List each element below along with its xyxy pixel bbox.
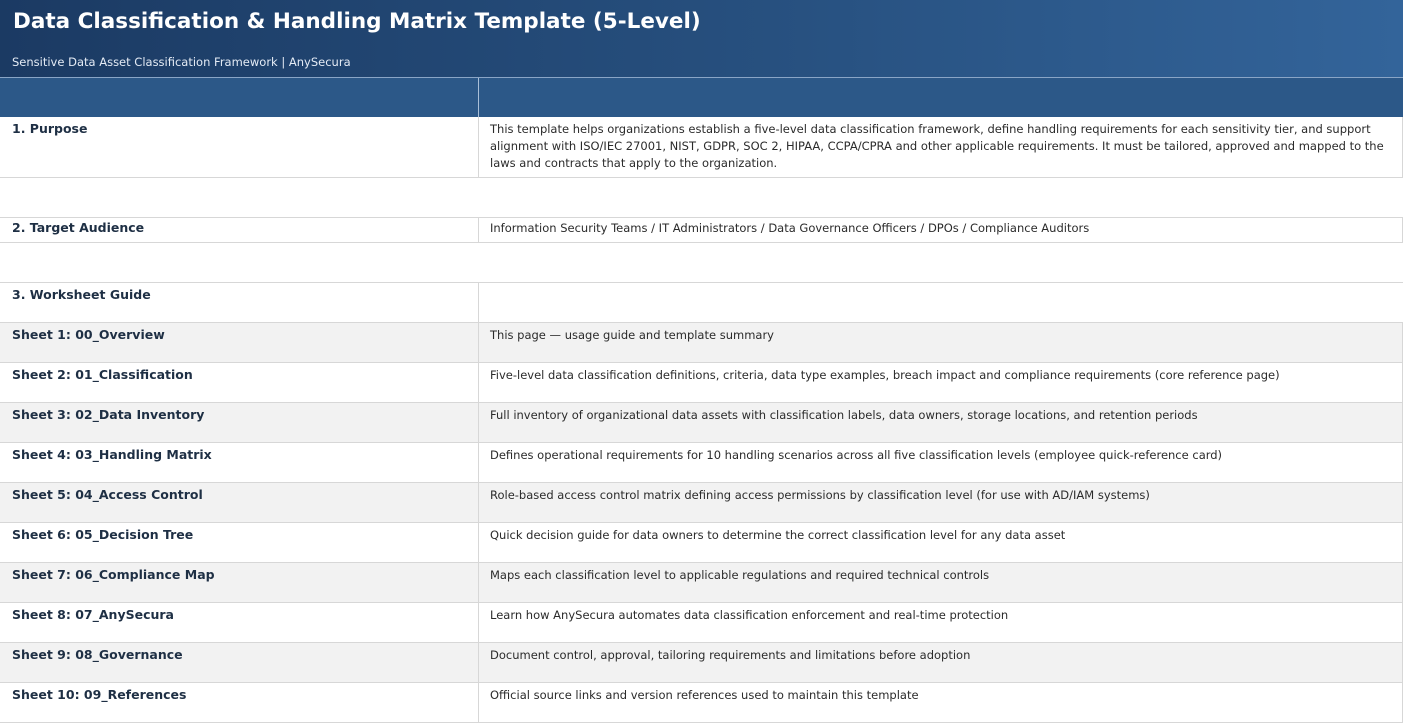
column-header-row — [0, 77, 1403, 118]
audience-label: 2. Target Audience — [0, 218, 479, 242]
purpose-label: 1. Purpose — [0, 117, 479, 177]
sheet-row: Sheet 3: 02_Data Inventory Full inventory… — [0, 403, 1403, 443]
purpose-text: This template helps organizations establ… — [479, 117, 1403, 177]
sheet-name: Sheet 1: 00_Overview — [0, 323, 479, 362]
sheet-name: Sheet 8: 07_AnySecura — [0, 603, 479, 642]
page-subtitle: Sensitive Data Asset Classification Fram… — [12, 55, 351, 69]
sheet-description: Learn how AnySecura automates data class… — [479, 603, 1403, 642]
sheet-description: Maps each classification level to applic… — [479, 563, 1403, 602]
sheet-name: Sheet 3: 02_Data Inventory — [0, 403, 479, 442]
sheet-name: Sheet 9: 08_Governance — [0, 643, 479, 682]
purpose-row: 1. Purpose This template helps organizat… — [0, 117, 1403, 178]
sheet-name: Sheet 6: 05_Decision Tree — [0, 523, 479, 562]
sheet-description: Document control, approval, tailoring re… — [479, 643, 1403, 682]
sheet-description: Official source links and version refere… — [479, 683, 1403, 722]
sheet-row: Sheet 10: 09_References Official source l… — [0, 683, 1403, 723]
sheet-description: This page — usage guide and template sum… — [479, 323, 1403, 362]
sheet-row: Sheet 1: 00_Overview This page — usage gu… — [0, 323, 1403, 363]
sheet-name: Sheet 10: 09_References — [0, 683, 479, 722]
audience-text: Information Security Teams / IT Administ… — [479, 218, 1403, 242]
sheet-description: Five-level data classification definitio… — [479, 363, 1403, 402]
sheet-name: Sheet 2: 01_Classification — [0, 363, 479, 402]
worksheet-guide-label: 3. Worksheet Guide — [0, 283, 479, 322]
sheet-name: Sheet 4: 03_Handling Matrix — [0, 443, 479, 482]
sheet-row: Sheet 2: 01_Classification Five-level dat… — [0, 363, 1403, 403]
sheet-row: Sheet 7: 06_Compliance Map Maps each clas… — [0, 563, 1403, 603]
audience-row: 2. Target Audience Information Security … — [0, 217, 1403, 243]
sheet-name: Sheet 5: 04_Access Control — [0, 483, 479, 522]
sheet-row: Sheet 8: 07_AnySecura Learn how AnySecura… — [0, 603, 1403, 643]
sheet-description: Quick decision guide for data owners to … — [479, 523, 1403, 562]
sheet-description: Role-based access control matrix definin… — [479, 483, 1403, 522]
sheet-row: Sheet 5: 04_Access Control Role-based acc… — [0, 483, 1403, 523]
page-title: Data Classification & Handling Matrix Te… — [13, 9, 701, 34]
sheet-description: Full inventory of organizational data as… — [479, 403, 1403, 442]
column-divider — [478, 78, 479, 118]
sheet-row: Sheet 9: 08_Governance Document control, … — [0, 643, 1403, 683]
worksheet-guide-row: 3. Worksheet Guide — [0, 282, 1403, 323]
sheet-row: Sheet 4: 03_Handling Matrix Defines opera… — [0, 443, 1403, 483]
title-banner: Data Classification & Handling Matrix Te… — [0, 0, 1403, 77]
sheet-name: Sheet 7: 06_Compliance Map — [0, 563, 479, 602]
sheet-description: Defines operational requirements for 10 … — [479, 443, 1403, 482]
sheet-row: Sheet 6: 05_Decision Tree Quick decision … — [0, 523, 1403, 563]
